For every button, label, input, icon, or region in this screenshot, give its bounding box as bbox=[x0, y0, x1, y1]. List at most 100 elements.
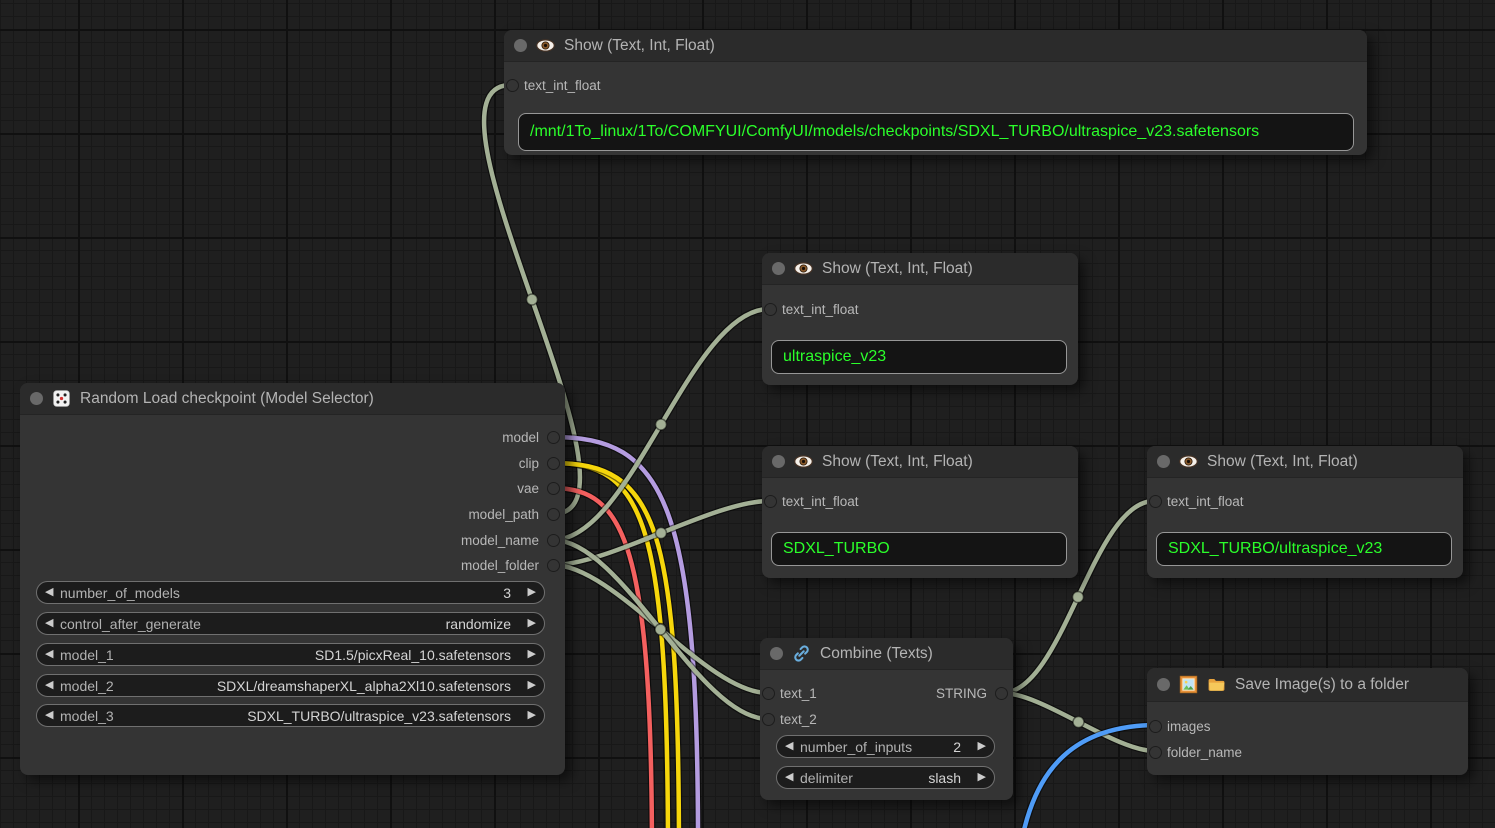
node-show-model-name[interactable]: Show (Text, Int, Float) text_int_float u… bbox=[762, 253, 1078, 385]
collapse-dot[interactable] bbox=[30, 392, 43, 405]
node-title: Show (Text, Int, Float) bbox=[1207, 453, 1358, 471]
show-text-value: SDXL_TURBO bbox=[771, 532, 1067, 566]
show-text-value: ultraspice_v23 bbox=[771, 340, 1067, 374]
widget-control-after-generate[interactable]: control_after_generate randomize bbox=[36, 612, 545, 635]
collapse-dot[interactable] bbox=[1157, 455, 1170, 468]
widget-number-of-inputs[interactable]: number_of_inputs 2 bbox=[776, 735, 995, 758]
widget-delimiter[interactable]: delimiter slash bbox=[776, 766, 995, 789]
output-slot-model-folder[interactable]: model_folder bbox=[461, 554, 565, 576]
input-slot-images[interactable]: images bbox=[1147, 715, 1211, 737]
widget-value: SDXL/dreamshaperXL_alpha2Xl10.safetensor… bbox=[209, 678, 521, 694]
increment-arrow-icon[interactable] bbox=[521, 710, 536, 721]
widget-label: delimiter bbox=[800, 770, 853, 786]
node-random-load-checkpoint[interactable]: Random Load checkpoint (Model Selector) … bbox=[20, 383, 565, 775]
input-dot[interactable] bbox=[507, 80, 518, 91]
increment-arrow-icon[interactable] bbox=[521, 587, 536, 598]
output-label: model_path bbox=[468, 507, 539, 522]
input-slot-text-int-float[interactable]: text_int_float bbox=[762, 490, 859, 512]
output-dot[interactable] bbox=[548, 560, 559, 571]
increment-arrow-icon[interactable] bbox=[971, 741, 986, 752]
input-slot-text-int-float[interactable]: text_int_float bbox=[1147, 490, 1244, 512]
eye-icon bbox=[536, 36, 555, 55]
show-text-value: /mnt/1To_linux/1To/COMFYUI/ComfyUI/model… bbox=[518, 113, 1354, 151]
widget-value: SD1.5/picxReal_10.safetensors bbox=[307, 647, 521, 663]
widget-label: model_3 bbox=[60, 708, 114, 724]
collapse-dot[interactable] bbox=[772, 262, 785, 275]
widget-model-2[interactable]: model_2 SDXL/dreamshaperXL_alpha2Xl10.sa… bbox=[36, 674, 545, 697]
node-title: Show (Text, Int, Float) bbox=[822, 260, 973, 278]
increment-arrow-icon[interactable] bbox=[971, 772, 986, 783]
collapse-dot[interactable] bbox=[1157, 678, 1170, 691]
input-dot[interactable] bbox=[763, 714, 774, 725]
input-label: text_int_float bbox=[782, 494, 859, 509]
folder-icon bbox=[1207, 675, 1226, 694]
node-header[interactable]: Show (Text, Int, Float) bbox=[1147, 446, 1463, 478]
node-header[interactable]: Show (Text, Int, Float) bbox=[762, 446, 1078, 478]
decrement-arrow-icon[interactable] bbox=[45, 710, 60, 721]
output-slot-vae[interactable]: vae bbox=[517, 477, 565, 499]
decrement-arrow-icon[interactable] bbox=[45, 618, 60, 629]
link-icon bbox=[792, 644, 811, 663]
output-slot-clip[interactable]: clip bbox=[519, 452, 565, 474]
input-slot-text-2[interactable]: text_2 bbox=[760, 708, 817, 730]
widget-model-3[interactable]: model_3 SDXL_TURBO/ultraspice_v23.safete… bbox=[36, 704, 545, 727]
widget-model-1[interactable]: model_1 SD1.5/picxReal_10.safetensors bbox=[36, 643, 545, 666]
output-dot[interactable] bbox=[548, 509, 559, 520]
output-dot[interactable] bbox=[548, 432, 559, 443]
node-header[interactable]: Show (Text, Int, Float) bbox=[762, 253, 1078, 285]
input-slot-text-int-float[interactable]: text_int_float bbox=[762, 298, 859, 320]
node-show-combined-path[interactable]: Show (Text, Int, Float) text_int_float S… bbox=[1147, 446, 1463, 578]
decrement-arrow-icon[interactable] bbox=[45, 680, 60, 691]
eye-icon bbox=[1179, 452, 1198, 471]
output-slot-model-name[interactable]: model_name bbox=[461, 529, 565, 551]
input-dot[interactable] bbox=[765, 304, 776, 315]
collapse-dot[interactable] bbox=[770, 647, 783, 660]
output-slot-model[interactable]: model bbox=[502, 426, 565, 448]
input-slot-text-1[interactable]: text_1 bbox=[760, 682, 817, 704]
widget-label: control_after_generate bbox=[60, 616, 201, 632]
output-slot-model-path[interactable]: model_path bbox=[468, 503, 565, 525]
node-save-images-to-folder[interactable]: Save Image(s) to a folder images folder_… bbox=[1147, 668, 1468, 775]
widget-value: 3 bbox=[495, 585, 521, 601]
output-label: STRING bbox=[936, 686, 987, 701]
graph-canvas[interactable]: Show (Text, Int, Float) text_int_float /… bbox=[0, 0, 1495, 828]
output-dot[interactable] bbox=[548, 535, 559, 546]
output-dot[interactable] bbox=[548, 483, 559, 494]
node-title: Save Image(s) to a folder bbox=[1235, 676, 1409, 694]
input-slot-folder-name[interactable]: folder_name bbox=[1147, 741, 1242, 763]
node-header[interactable]: Save Image(s) to a folder bbox=[1147, 668, 1468, 702]
input-dot[interactable] bbox=[1150, 721, 1161, 732]
node-combine-texts[interactable]: Combine (Texts) text_1 text_2 STRING num… bbox=[760, 638, 1013, 800]
output-dot[interactable] bbox=[996, 688, 1007, 699]
increment-arrow-icon[interactable] bbox=[521, 649, 536, 660]
output-label: model bbox=[502, 430, 539, 445]
widget-number-of-models[interactable]: number_of_models 3 bbox=[36, 581, 545, 604]
input-dot[interactable] bbox=[763, 688, 774, 699]
widget-value: slash bbox=[920, 770, 971, 786]
increment-arrow-icon[interactable] bbox=[521, 618, 536, 629]
decrement-arrow-icon[interactable] bbox=[785, 741, 800, 752]
collapse-dot[interactable] bbox=[772, 455, 785, 468]
node-header[interactable]: Random Load checkpoint (Model Selector) bbox=[20, 383, 565, 415]
input-label: images bbox=[1167, 719, 1211, 734]
decrement-arrow-icon[interactable] bbox=[45, 649, 60, 660]
node-header[interactable]: Show (Text, Int, Float) bbox=[504, 30, 1367, 62]
node-show-model-folder[interactable]: Show (Text, Int, Float) text_int_float S… bbox=[762, 446, 1078, 578]
input-dot[interactable] bbox=[1150, 496, 1161, 507]
dice-icon bbox=[52, 389, 71, 408]
increment-arrow-icon[interactable] bbox=[521, 680, 536, 691]
output-dot[interactable] bbox=[548, 458, 559, 469]
widget-label: number_of_models bbox=[60, 585, 180, 601]
decrement-arrow-icon[interactable] bbox=[45, 587, 60, 598]
output-label: model_folder bbox=[461, 558, 539, 573]
output-slot-string[interactable]: STRING bbox=[936, 682, 1013, 704]
input-dot[interactable] bbox=[765, 496, 776, 507]
collapse-dot[interactable] bbox=[514, 39, 527, 52]
node-title: Random Load checkpoint (Model Selector) bbox=[80, 390, 374, 408]
input-slot-text-int-float[interactable]: text_int_float bbox=[504, 74, 601, 96]
node-show-model-path[interactable]: Show (Text, Int, Float) text_int_float /… bbox=[504, 30, 1367, 155]
node-header[interactable]: Combine (Texts) bbox=[760, 638, 1013, 670]
decrement-arrow-icon[interactable] bbox=[785, 772, 800, 783]
input-label: text_int_float bbox=[524, 78, 601, 93]
input-dot[interactable] bbox=[1150, 747, 1161, 758]
